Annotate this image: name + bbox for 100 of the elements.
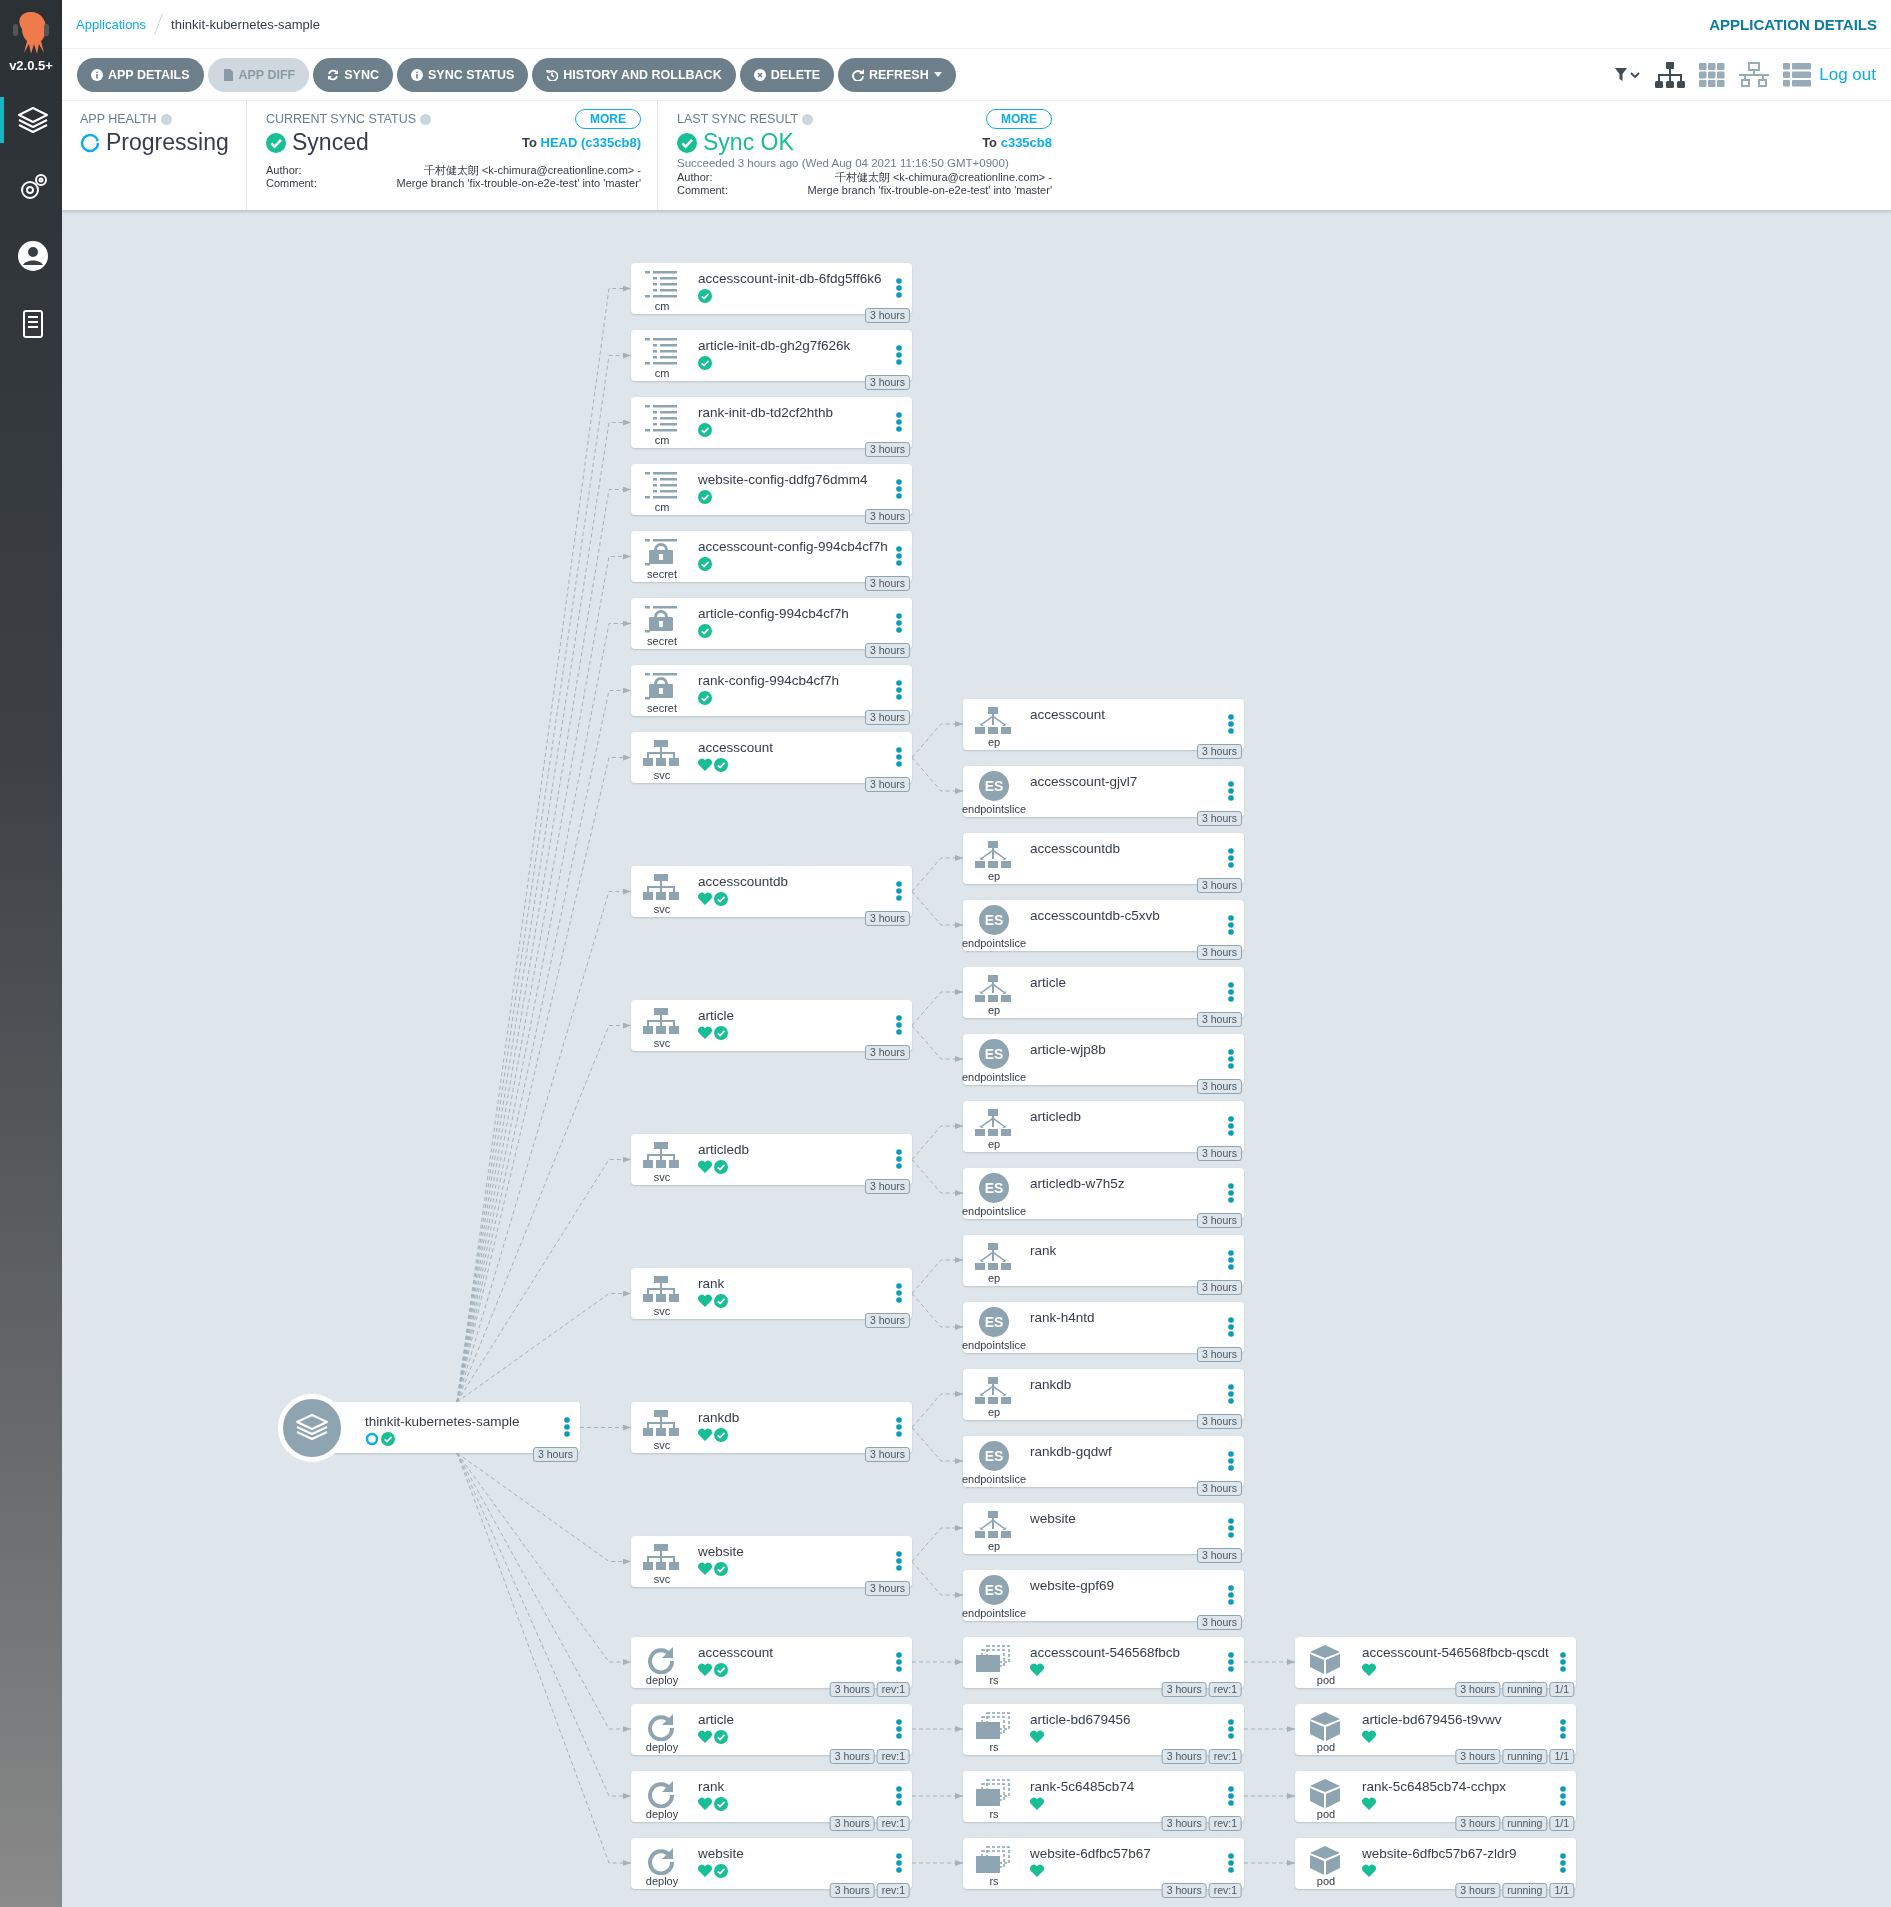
resource-kind: secret: [646, 702, 678, 714]
resource-kind: endpointslice: [960, 1204, 1028, 1217]
info-badge: 3 hours: [864, 777, 910, 792]
resource-name: accesscount-546568fbcb: [1030, 1644, 1181, 1660]
info-badge: 3 hours: [864, 509, 910, 524]
info-badge: 3 hours: [864, 643, 910, 658]
endpointslice-icon: ES: [979, 904, 1009, 935]
resource-name: accesscountdb: [698, 874, 789, 889]
resource-name: accesscount-config-994cb4cf7h: [698, 539, 888, 554]
resource-kind: secret: [646, 635, 678, 647]
resource-name: article: [698, 1711, 734, 1727]
resource-name: website: [698, 1845, 744, 1861]
resource-kind: ep: [986, 1405, 1002, 1418]
sync-status: Sync OK: [703, 129, 794, 156]
resource-kind: ep: [986, 735, 1002, 748]
resource-kind: deploy: [644, 1874, 680, 1887]
resource-kind: ep: [986, 1137, 1002, 1150]
info-badge: 3 hours: [864, 576, 910, 591]
resource-name: rank-config-994cb4cf7h: [698, 673, 840, 688]
resource-kind: pod: [1315, 1874, 1337, 1887]
resource-kind: pod: [1315, 1673, 1337, 1686]
resource-name: accesscountdb-c5xvb: [1030, 907, 1160, 923]
info-badge: 3 hours: [864, 1045, 910, 1060]
resource-name: thinkit-kubernetes-sample: [365, 1414, 520, 1429]
resource-name: rank-5c6485cb74: [1030, 1778, 1135, 1794]
to-label: To: [982, 135, 999, 150]
resource-name: accesscount-init-db-6fdg5ff6k6: [698, 271, 882, 286]
resource-name: rankdb: [698, 1410, 740, 1425]
resource-kind: deploy: [644, 1673, 680, 1686]
resource-kind: svc: [652, 1305, 672, 1317]
sync-time: Succeeded 3 hours ago (Wed Aug 04 2021 11:16:50 GMT+0900): [677, 157, 1010, 169]
resource-kind: ep: [986, 1003, 1002, 1016]
endpointslice-icon: ES: [979, 1172, 1009, 1203]
comment-label: Comment:: [677, 184, 728, 197]
resource-name: accesscount: [698, 1644, 774, 1660]
info-badge: 3 hours: [864, 375, 910, 390]
resource-kind: svc: [652, 1037, 672, 1049]
resource-kind: endpointslice: [960, 936, 1028, 949]
author-label: Author:: [266, 164, 303, 177]
resource-kind: cm: [653, 300, 671, 312]
resource-name: rankdb-gqdwf: [1030, 1443, 1112, 1459]
resource-name: article-wjp8b: [1030, 1041, 1106, 1057]
resource-kind: deploy: [644, 1807, 680, 1820]
resource-name: website-6dfbc57b67: [1030, 1845, 1151, 1861]
comment-label: Comment:: [266, 177, 317, 190]
resource-name: article-bd679456-t9vwv: [1362, 1711, 1502, 1727]
resource-name: articledb-w7h5z: [1030, 1175, 1125, 1191]
resource-name: rank: [698, 1276, 725, 1291]
page-title: APPLICATION DETAILS: [1709, 15, 1877, 33]
resource-kind: rs: [988, 1874, 1000, 1887]
resource-name: rankdb: [1030, 1376, 1072, 1392]
resource-kind: svc: [652, 1171, 672, 1183]
resource-kind: endpointslice: [960, 1606, 1028, 1619]
resource-name: rank-init-db-td2cf2hthb: [698, 405, 834, 420]
author-value: 千村健太朗 <k-chimura@creationline.com> -: [422, 164, 641, 177]
resource-name: accesscount-gjvl7: [1030, 773, 1138, 789]
resource-kind: pod: [1315, 1740, 1337, 1753]
to-label: To: [522, 135, 538, 150]
resource-name: accesscount: [698, 740, 774, 755]
info-badge: 3 hours: [864, 710, 910, 725]
resource-name: article-bd679456: [1030, 1711, 1131, 1727]
resource-kind: svc: [652, 1439, 672, 1451]
resource-name: rank-5c6485cb74-cchpx: [1362, 1778, 1507, 1794]
resource-name: accesscountdb: [1030, 840, 1121, 856]
resource-name: website-config-ddfg76dmm4: [698, 472, 868, 487]
endpointslice-icon: ES: [979, 1440, 1009, 1471]
endpointslice-icon: ES: [979, 1038, 1009, 1069]
resource-kind: svc: [652, 1573, 672, 1585]
resource-kind: pod: [1315, 1807, 1337, 1820]
resource-name: rank: [1030, 1242, 1057, 1258]
info-badge: 3 hours: [864, 1313, 910, 1328]
resource-name: article-init-db-gh2g7f626k: [698, 338, 851, 353]
endpointslice-icon: ES: [979, 1574, 1009, 1605]
resource-kind: rs: [988, 1740, 1000, 1753]
resource-kind: rs: [988, 1673, 1000, 1686]
resource-kind: rs: [988, 1807, 1000, 1820]
author-value: 千村健太朗 <k-chimura@creationline.com> -: [833, 171, 1052, 184]
breadcrumb-current: thinkit-kubernetes-sample: [171, 16, 320, 32]
resource-name: articledb: [698, 1142, 750, 1157]
resource-kind: cm: [653, 501, 671, 513]
section-label: APP HEALTH: [80, 112, 157, 126]
resource-name: article: [698, 1008, 734, 1023]
resource-kind: svc: [652, 769, 672, 781]
resource-kind: svc: [652, 903, 672, 915]
comment-value: Merge branch 'fix-trouble-on-e2e-test' into 'master': [395, 177, 641, 190]
resource-name: articledb: [1030, 1108, 1082, 1124]
resource-kind: ep: [986, 869, 1002, 882]
resource-name: website: [1030, 1510, 1076, 1526]
sync-status: Synced: [292, 129, 369, 156]
info-badge: 3 hours: [864, 911, 910, 926]
resource-kind: cm: [653, 434, 671, 446]
resource-name: rank: [698, 1778, 725, 1794]
info-badge: 3 hours: [864, 308, 910, 323]
info-badge: 3 hours: [864, 1179, 910, 1194]
endpointslice-icon: ES: [979, 1306, 1009, 1337]
resource-name: website-6dfbc57b67-zldr9: [1362, 1845, 1517, 1861]
resource-kind: ep: [986, 1539, 1002, 1552]
resource-kind: ep: [986, 1271, 1002, 1284]
version-label: v2.0.5+: [9, 58, 53, 73]
resource-kind: endpointslice: [960, 1472, 1028, 1485]
